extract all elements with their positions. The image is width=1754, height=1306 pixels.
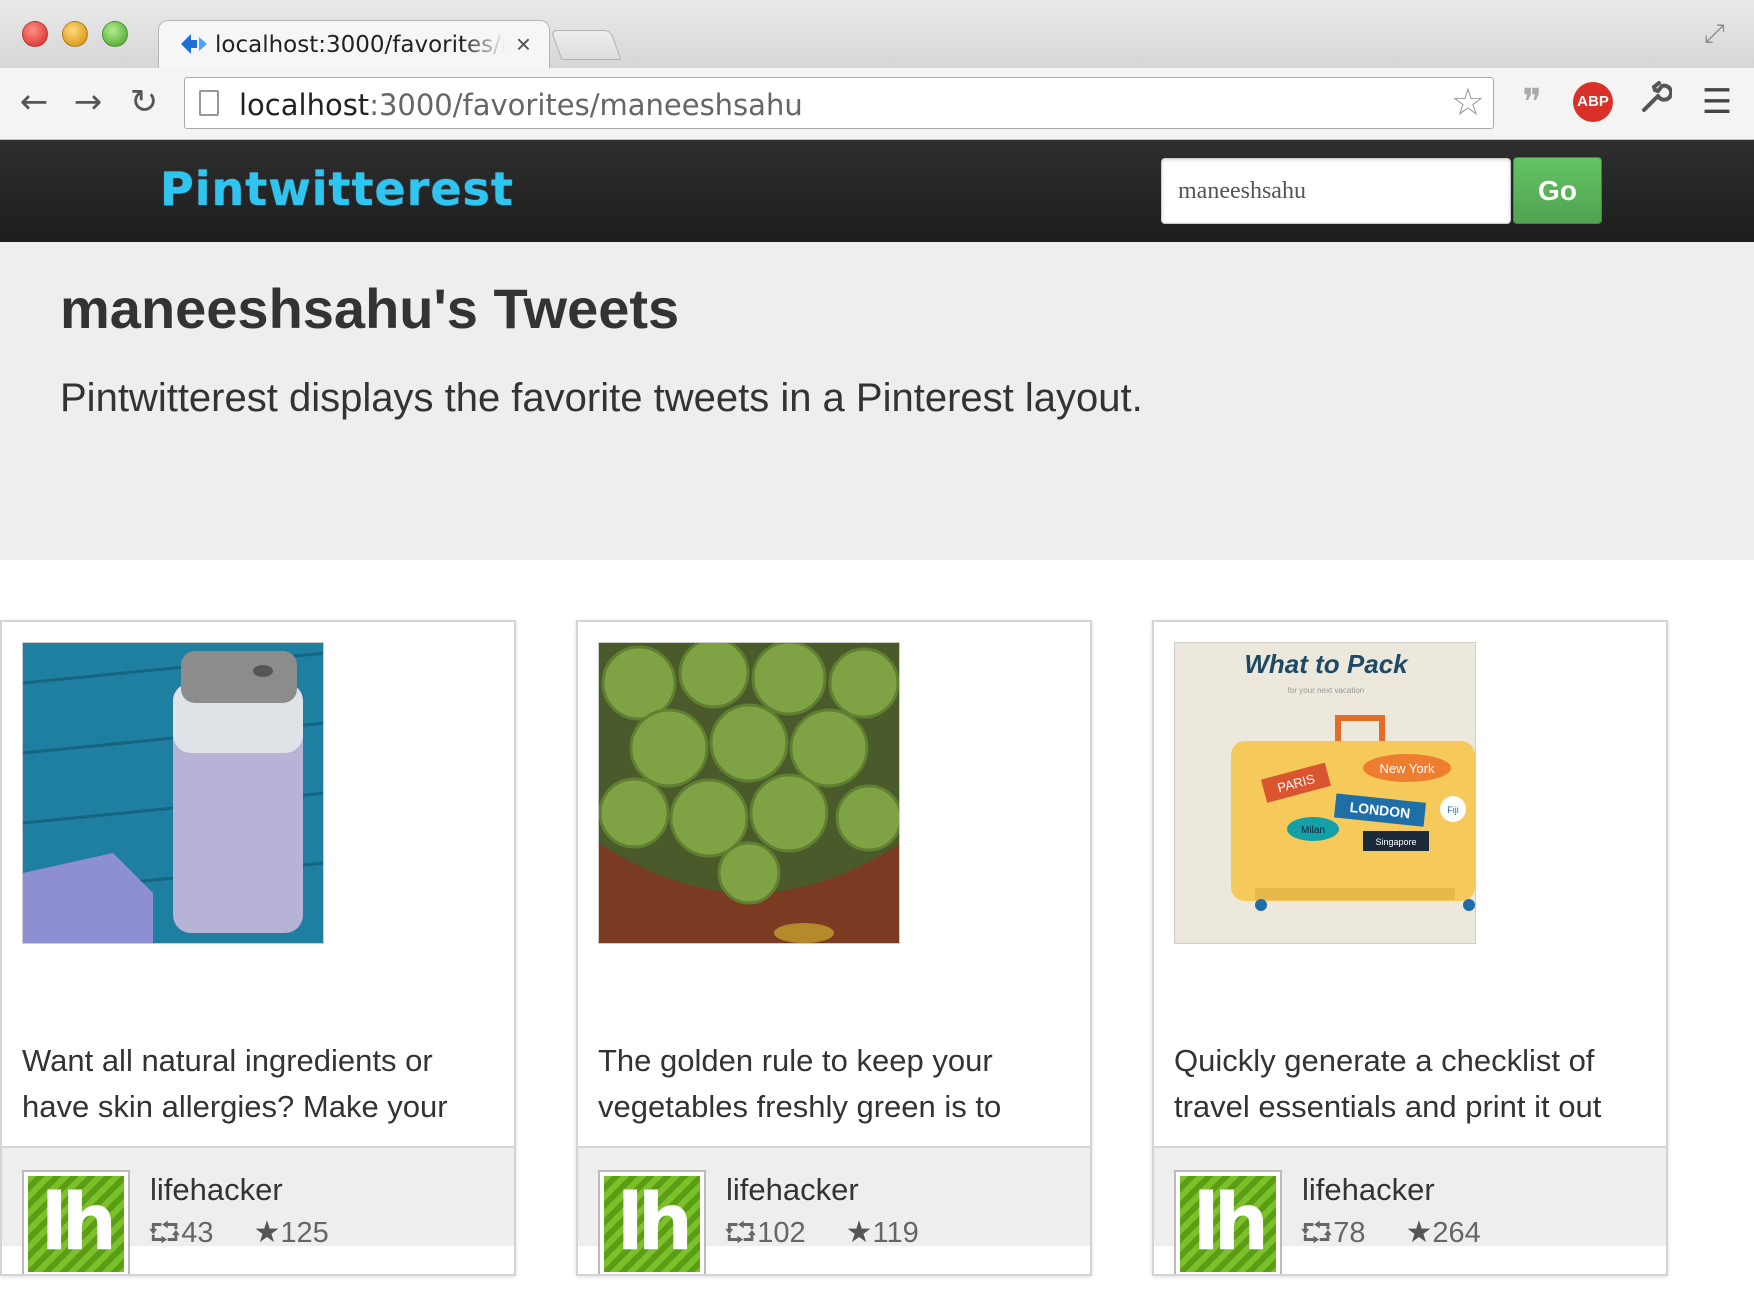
- minimize-window-button[interactable]: [62, 21, 88, 47]
- hero-section: maneeshsahu's Tweets Pintwitterest displ…: [0, 242, 1754, 560]
- quote-extension-icon[interactable]: ❞: [1510, 80, 1554, 124]
- adblock-plus-icon[interactable]: ABP: [1573, 82, 1613, 122]
- loading-favicon-icon: [181, 34, 207, 54]
- brussels-sprouts-photo[interactable]: [598, 642, 900, 944]
- retweet-count: 78: [1333, 1217, 1366, 1249]
- bookmark-star-icon[interactable]: ☆: [1451, 83, 1485, 123]
- favorite-star-icon: ★: [845, 1216, 873, 1249]
- tab-title: localhost:3000/favorites/maneeshsahu: [215, 32, 505, 58]
- tweet-text: Want all natural ingredients or have ski…: [22, 1043, 448, 1124]
- favorite-count: 264: [1432, 1217, 1481, 1249]
- sticker-new-york: New York: [1380, 761, 1435, 776]
- sticker-fiji: Fiji: [1447, 805, 1459, 815]
- author-name[interactable]: lifehacker: [150, 1172, 283, 1208]
- address-bar[interactable]: localhost:3000/favorites/maneeshsahu ☆: [184, 77, 1494, 129]
- tweet-footer: lh lifehacker ⮔43 ★125: [2, 1146, 514, 1274]
- author-avatar[interactable]: lh: [598, 1170, 706, 1274]
- menu-icon[interactable]: ☰: [1695, 80, 1739, 124]
- retweet-icon: ⮔: [1300, 1217, 1334, 1248]
- back-arrow-icon[interactable]: ←: [14, 82, 54, 122]
- favorite-star-icon: ★: [253, 1216, 281, 1249]
- tweet-text: The golden rule to keep your vegetables …: [598, 1043, 1002, 1124]
- retweet-icon: ⮔: [724, 1217, 758, 1248]
- url-text[interactable]: localhost:3000/favorites/maneeshsahu: [239, 88, 803, 122]
- page-title: maneeshsahu's Tweets: [60, 277, 680, 340]
- site-navbar: Pintwitterest Go: [0, 140, 1754, 242]
- wrench-icon[interactable]: [1633, 80, 1677, 124]
- author-name[interactable]: lifehacker: [726, 1172, 859, 1208]
- fullscreen-icon[interactable]: ⤢: [1704, 18, 1734, 48]
- tweet-card[interactable]: Want all natural ingredients or have ski…: [0, 620, 516, 1276]
- tweet-card[interactable]: What to Pack for your next vacation PARI…: [1152, 620, 1668, 1276]
- page-subtitle: Pintwitterest displays the favorite twee…: [60, 376, 1143, 420]
- tab-close-icon[interactable]: ×: [516, 29, 531, 59]
- username-search-input[interactable]: [1161, 158, 1511, 224]
- url-host: localhost: [239, 88, 370, 122]
- favorite-count: 119: [872, 1217, 919, 1249]
- tweet-stats: ⮔43 ★125: [148, 1212, 329, 1260]
- author-avatar[interactable]: lh: [1174, 1170, 1282, 1274]
- close-window-button[interactable]: [22, 21, 48, 47]
- avatar-lettering: lh: [28, 1176, 124, 1272]
- tweet-footer: lh lifehacker ⮔78 ★264: [1154, 1146, 1666, 1274]
- url-path: :3000/favorites/maneeshsahu: [369, 88, 803, 122]
- image-title: What to Pack: [1244, 649, 1409, 679]
- deodorant-photo[interactable]: [22, 642, 324, 944]
- browser-tabstrip: localhost:3000/favorites/maneeshsahu × ⤢: [0, 0, 1754, 70]
- retweet-count: 43: [181, 1217, 214, 1249]
- favorite-count: 125: [280, 1217, 329, 1249]
- forward-arrow-icon[interactable]: →: [68, 82, 108, 122]
- image-subtitle: for your next vacation: [1288, 686, 1364, 695]
- zoom-window-button[interactable]: [102, 21, 128, 47]
- go-button[interactable]: Go: [1513, 157, 1602, 224]
- tweet-text: Quickly generate a checklist of travel e…: [1174, 1043, 1602, 1124]
- page-icon: [199, 90, 219, 116]
- what-to-pack-illustration[interactable]: What to Pack for your next vacation PARI…: [1174, 642, 1476, 944]
- reload-icon[interactable]: ↻: [124, 82, 164, 122]
- new-tab-button[interactable]: [550, 30, 622, 60]
- sticker-singapore: Singapore: [1375, 837, 1416, 847]
- avatar-lettering: lh: [1180, 1176, 1276, 1272]
- favorite-star-icon: ★: [1405, 1216, 1433, 1249]
- retweet-count: 102: [757, 1217, 806, 1249]
- author-name[interactable]: lifehacker: [1302, 1172, 1435, 1208]
- tweet-stats: ⮔78 ★264: [1300, 1212, 1481, 1260]
- browser-toolbar: ← → ↻ localhost:3000/favorites/maneeshsa…: [0, 68, 1754, 140]
- tweet-card[interactable]: The golden rule to keep your vegetables …: [576, 620, 1092, 1276]
- author-avatar[interactable]: lh: [22, 1170, 130, 1274]
- avatar-lettering: lh: [604, 1176, 700, 1272]
- browser-tab[interactable]: localhost:3000/favorites/maneeshsahu ×: [158, 20, 550, 70]
- brand-logo[interactable]: Pintwitterest: [160, 162, 514, 216]
- sticker-milan: Milan: [1301, 825, 1325, 836]
- tweet-stats: ⮔102 ★119: [724, 1212, 919, 1260]
- retweet-icon: ⮔: [148, 1217, 182, 1248]
- tweet-footer: lh lifehacker ⮔102 ★119: [578, 1146, 1090, 1274]
